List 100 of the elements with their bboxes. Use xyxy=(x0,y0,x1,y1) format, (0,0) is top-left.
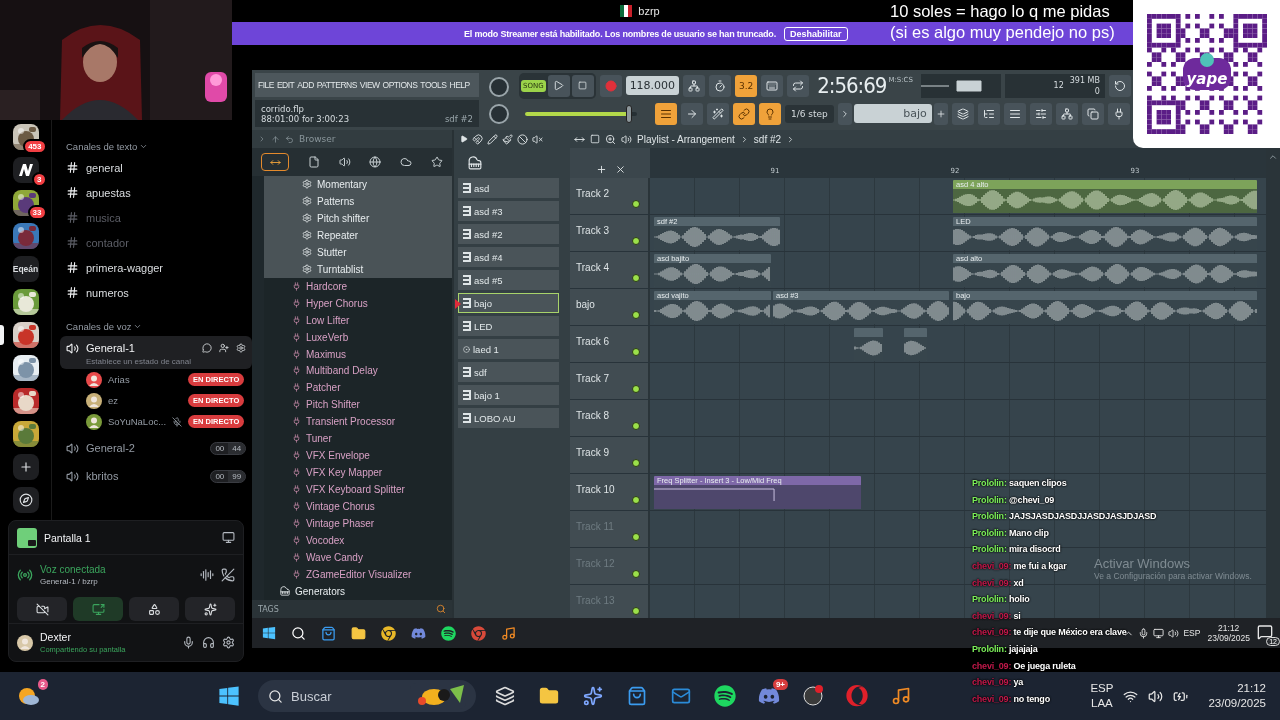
browser-item[interactable]: Transient Processor xyxy=(264,413,452,431)
pattern-item[interactable]: laed 1 xyxy=(458,339,559,359)
track-name: Track 7 xyxy=(576,373,609,384)
browser-item[interactable]: Vintage Chorus xyxy=(264,498,452,516)
track-name: bajo xyxy=(576,299,595,310)
track-header[interactable]: Track 4 xyxy=(570,252,650,288)
toggle-button[interactable]: 3.2 xyxy=(735,74,758,97)
pattern-item[interactable]: asd xyxy=(458,178,559,198)
pattern-selector[interactable]: bajo xyxy=(853,104,932,123)
promo-text: 10 soles = hago lo q me pidas xyxy=(890,1,1111,22)
browser-item[interactable]: Momentary xyxy=(264,176,452,193)
menu-item[interactable]: TOOLS xyxy=(420,80,447,90)
menu-item[interactable]: OPTIONS xyxy=(382,80,418,90)
pattern-item[interactable]: asd #2 xyxy=(458,224,559,244)
search-field[interactable]: Buscar xyxy=(258,680,476,712)
track-header[interactable]: Track 10 xyxy=(570,474,650,510)
track-header[interactable]: Track 6 xyxy=(570,326,650,362)
pattern-item[interactable]: sdf xyxy=(458,362,559,382)
channel-name[interactable]: numeros xyxy=(86,286,129,299)
window-title: bzrp xyxy=(638,5,660,17)
language-indicator[interactable]: ESP xyxy=(1090,681,1114,696)
file-name: corrido.flp xyxy=(261,103,305,114)
user-count: 00 44 xyxy=(210,441,247,455)
clock-time: 21:12 xyxy=(1218,623,1240,633)
pattern-item[interactable]: bajo 1 xyxy=(458,385,559,405)
notification-badge: 9+ xyxy=(772,679,788,690)
chat-message: chevi_09: me fui a kgar xyxy=(972,560,1067,573)
channel-name[interactable]: General-2 xyxy=(86,442,204,454)
track-header[interactable]: Track 7 xyxy=(570,363,650,399)
menu-item[interactable]: VIEW xyxy=(359,80,380,90)
browser-item[interactable]: VFX Envelope xyxy=(264,447,452,465)
chat-message: chevi_09: Oe juega ruleta xyxy=(972,660,1076,673)
pattern-item[interactable]: LOBO AU xyxy=(458,408,559,428)
browser-item[interactable]: VFX Keyboard Splitter xyxy=(264,481,452,499)
banner-message: El modo Streamer está habilitado. Los nombres de usuario se han truncado. xyxy=(464,28,776,39)
track-name: Track 9 xyxy=(576,447,609,458)
activation-message: Ve a Configuración para activar Windows. xyxy=(1094,571,1252,581)
menu-item[interactable]: EDIT xyxy=(276,80,295,90)
category-label[interactable]: Canales de texto xyxy=(66,140,138,152)
pattern-item[interactable]: bajo xyxy=(458,293,559,313)
channel-name[interactable]: primera-wagger xyxy=(86,261,164,274)
voice-channel[interactable]: General-1 Establece un estado de canal xyxy=(60,336,253,369)
activation-title: Activar Windows xyxy=(1094,556,1192,571)
channel-name[interactable]: general xyxy=(86,161,123,174)
chat-message: Prololin: Mano clip xyxy=(972,527,1049,540)
pattern-item[interactable]: asd #4 xyxy=(458,247,559,267)
track-name: Track 8 xyxy=(576,410,609,421)
chat-user: Prololin: xyxy=(972,643,1007,654)
category-label[interactable]: Canales de voz xyxy=(66,320,132,332)
track-name: Track 4 xyxy=(576,262,609,273)
chat-user: chevi_09: xyxy=(972,693,1012,704)
track-name: Track 10 xyxy=(576,484,615,495)
stream-title: Pantalla 1 xyxy=(44,531,92,544)
chat-message: chevi_09: si xyxy=(972,610,1021,623)
clock-date: 23/09/2025 xyxy=(1207,633,1250,643)
disable-button[interactable]: Deshabilitar xyxy=(784,26,848,41)
menu-item[interactable]: FILE xyxy=(258,80,274,90)
cpu-value: 12 xyxy=(1053,81,1064,90)
track-header[interactable]: Track 3 xyxy=(570,215,650,251)
browser-item[interactable]: Patcher xyxy=(264,379,452,397)
channel-name: General-1 xyxy=(86,342,136,354)
chat-message: chevi_09: te dije que México era clave xyxy=(972,627,1127,640)
tags-label: TAGS xyxy=(258,604,279,614)
language-indicator[interactable]: ESP xyxy=(1183,628,1201,638)
menu-item[interactable]: PATTERNS xyxy=(316,80,357,90)
track-header[interactable]: Track 9 xyxy=(570,437,650,473)
tempo-field[interactable]: 118.000 xyxy=(625,76,680,95)
channel-name[interactable]: apuestas xyxy=(86,186,131,199)
panel-title: Browser xyxy=(299,134,336,144)
connection-status: Voz conectada xyxy=(40,564,107,575)
logo-text: yape xyxy=(1186,70,1227,88)
server-icon[interactable]: Eqeán xyxy=(12,256,39,282)
chat-message: Prololin: mira disocrd xyxy=(972,544,1061,557)
chat-message: Prololin: JAJSJASDJASDJJASDJASJDJASD xyxy=(972,511,1157,524)
chat-user: Prololin: xyxy=(972,544,1007,555)
browser-item[interactable]: Vintage Phaser xyxy=(264,515,452,532)
pattern-item[interactable]: LED xyxy=(458,316,559,336)
member-name: SoYuNaLoc... xyxy=(108,416,167,427)
pattern-item[interactable]: asd #3 xyxy=(458,201,559,221)
chat-user: chevi_09: xyxy=(972,660,1012,671)
menu-item[interactable]: HELP xyxy=(449,80,470,90)
track-header[interactable]: bajo xyxy=(570,289,650,325)
browser-item[interactable]: Pitch Shifter xyxy=(264,396,452,414)
snap-selector[interactable]: 1/6 step xyxy=(785,104,834,123)
menu-item[interactable]: ADD xyxy=(297,80,314,90)
browser-item[interactable]: Multiband Delay xyxy=(264,362,452,380)
chat-user: chevi_09: xyxy=(972,677,1012,688)
keyboard-layout: LAA xyxy=(1091,696,1113,711)
track-header[interactable]: Track 2 xyxy=(570,178,650,214)
member-name: ez xyxy=(108,395,120,406)
browser-item[interactable]: Tuner xyxy=(264,430,452,448)
chat-message: Prololin: holio xyxy=(972,594,1030,607)
track-header[interactable]: Track 8 xyxy=(570,400,650,436)
chat-user: Prololin: xyxy=(972,494,1007,505)
track-name: Track 3 xyxy=(576,225,609,236)
browser-item[interactable]: VFX Key Mapper xyxy=(264,464,452,482)
channel-name[interactable]: kbritos xyxy=(86,470,204,482)
pattern-item[interactable]: asd #5 xyxy=(458,270,559,290)
track-name: Track 6 xyxy=(576,336,609,347)
browser-item[interactable]: Vocodex xyxy=(264,532,452,549)
